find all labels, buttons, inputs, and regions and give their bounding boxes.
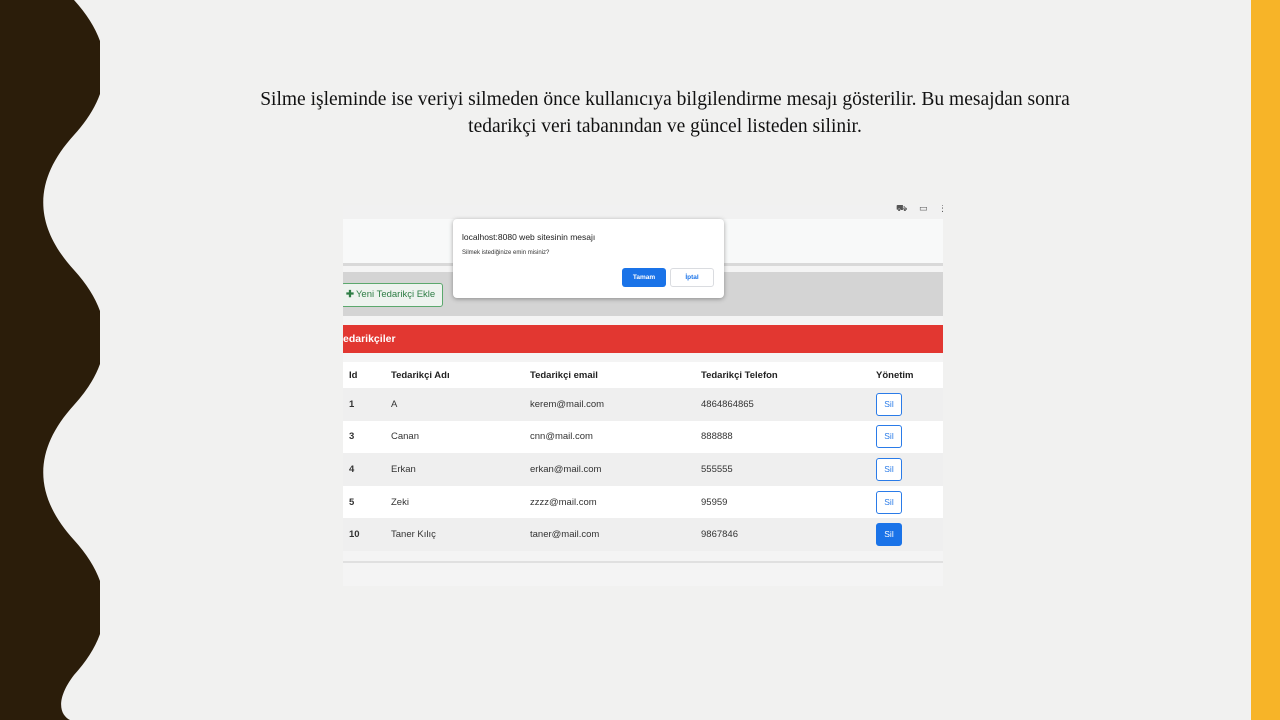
column-header-name: Tedarikçi Adı <box>391 369 450 381</box>
dialog-ok-button[interactable]: Tamam <box>622 268 666 287</box>
browser-toolbar-icons: ⛟ ▭ ⋮ <box>343 205 943 219</box>
column-header-phone: Tedarikçi Telefon <box>701 369 778 381</box>
dialog-message: Silmek istediğinize emin misiniz? <box>462 250 550 256</box>
cell-id: 10 <box>343 518 391 551</box>
add-supplier-label: Yeni Tedarikçi Ekle <box>355 289 436 300</box>
cell-name: Canan <box>391 431 419 443</box>
table-row: 1 A kerem@mail.com 4864864865 Sil <box>343 388 943 421</box>
section-header: edarikçiler <box>343 325 943 353</box>
cell-email: taner@mail.com <box>530 518 701 551</box>
cell-id: 1 <box>343 388 391 421</box>
table-row: 5 Zeki zzzz@mail.com 95959 Sil <box>343 486 943 519</box>
cart-icon[interactable]: ⛟ <box>896 205 907 215</box>
cell-phone: 9867846 <box>701 518 876 551</box>
section-title: edarikçiler <box>343 333 396 345</box>
menu-icon[interactable]: ⋮ <box>938 205 943 214</box>
cell-id: 5 <box>349 496 355 508</box>
cell-name: Taner Kılıç <box>391 518 530 551</box>
cell-actions: Sil <box>876 453 943 486</box>
cell-email: zzzz@mail.com <box>530 496 597 508</box>
delete-button-focused[interactable]: Sil <box>876 523 902 547</box>
cell-id: 3 <box>349 431 355 443</box>
delete-button[interactable]: Sil <box>876 392 902 416</box>
cell-phone: 4864864865 <box>701 388 876 421</box>
extension-icon[interactable]: ▭ <box>919 205 928 214</box>
delete-button[interactable]: Sil <box>876 425 902 449</box>
accent-side-bar <box>1251 0 1280 720</box>
decorative-wave-border <box>0 0 100 720</box>
cell-phone: 555555 <box>701 453 876 486</box>
dialog-cancel-button[interactable]: İptal <box>670 268 714 287</box>
cell-name: Zeki <box>391 496 409 508</box>
cell-actions: Sil <box>876 486 943 519</box>
caption-line-2: tedarikçi veri tabanından ve güncel list… <box>468 116 862 137</box>
cell-actions: Sil <box>876 518 943 551</box>
cell-email: erkan@mail.com <box>530 453 701 486</box>
column-header-id: Id <box>349 369 358 381</box>
caption-line-1: Silme işleminde ise veriyi silmeden önce… <box>260 89 1070 110</box>
table-header-row: Id Tedarikçi Adı Tedarikçi email Tedarik… <box>343 362 943 388</box>
cell-name: Erkan <box>391 453 530 486</box>
delete-button[interactable]: Sil <box>876 457 902 481</box>
slide-caption: Silme işleminde ise veriyi silmeden önce… <box>200 86 1130 140</box>
cell-name: A <box>391 388 530 421</box>
cell-id: 4 <box>343 453 391 486</box>
cell-email: kerem@mail.com <box>530 388 701 421</box>
cell-email: cnn@mail.com <box>530 431 593 443</box>
cell-phone: 888888 <box>701 431 733 443</box>
table-row: 10 Taner Kılıç taner@mail.com 9867846 Si… <box>343 518 943 551</box>
confirm-dialog: localhost:8080 web sitesinin mesajı Silm… <box>453 219 724 298</box>
suppliers-table: Id Tedarikçi Adı Tedarikçi email Tedarik… <box>343 362 943 551</box>
add-supplier-button[interactable]: ✚ Yeni Tedarikçi Ekle <box>343 283 444 307</box>
table-row: 3 Canan cnn@mail.com 888888 Sil <box>343 421 943 454</box>
column-header-email: Tedarikçi email <box>530 369 598 381</box>
table-row: 4 Erkan erkan@mail.com 555555 Sil <box>343 453 943 486</box>
cell-actions: Sil <box>876 388 943 421</box>
page-footer <box>343 561 943 586</box>
plus-icon: ✚ <box>346 289 354 300</box>
column-header-actions: Yönetim <box>876 369 914 381</box>
dialog-title: localhost:8080 web sitesinin mesajı <box>462 232 596 242</box>
cell-actions: Sil <box>876 421 943 454</box>
cell-phone: 95959 <box>701 496 728 508</box>
delete-button[interactable]: Sil <box>876 490 902 514</box>
